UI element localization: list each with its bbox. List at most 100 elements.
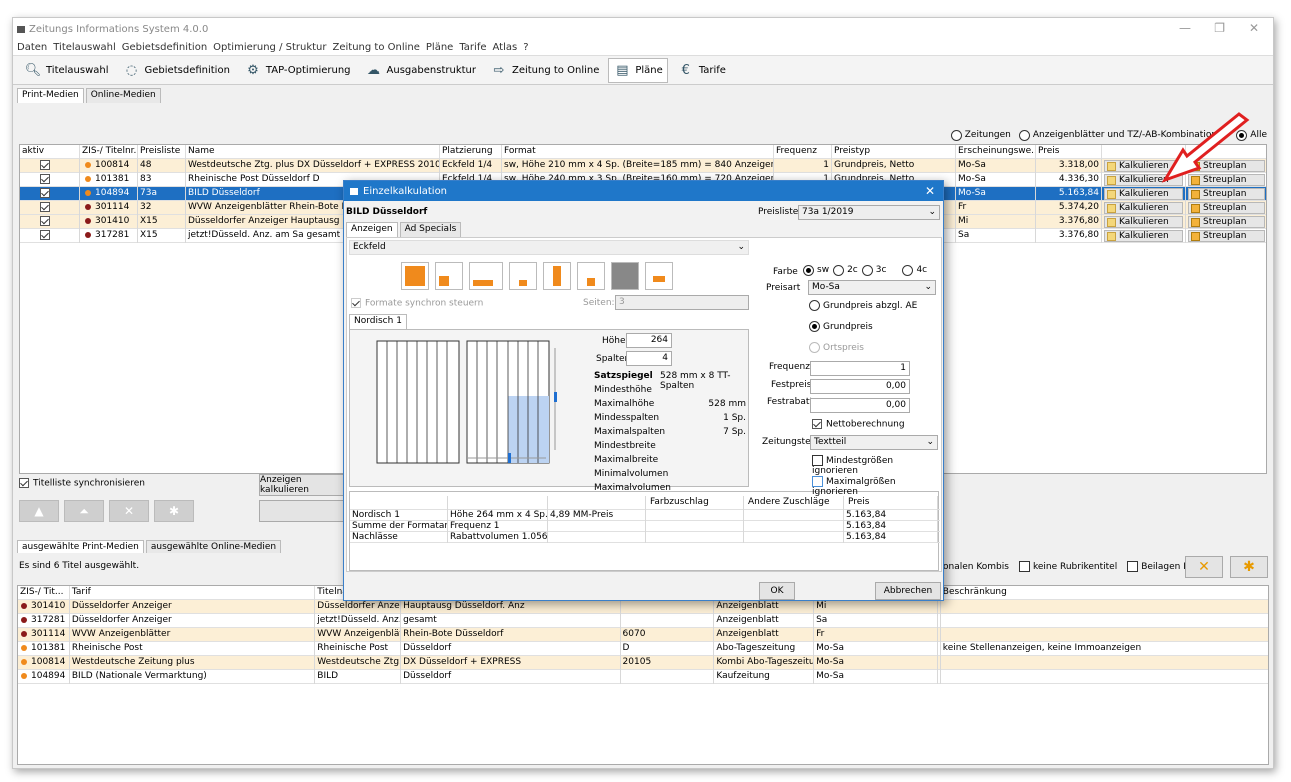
toolbar-zeitung-to-online[interactable]: ⇨ Zeitung to Online — [485, 58, 604, 83]
empty-button[interactable] — [259, 500, 349, 522]
col-aktiv[interactable]: aktiv — [20, 145, 80, 159]
table-row[interactable]: 100814 48 Westdeutsche Ztg. plus DX Düssel… — [20, 159, 1266, 173]
menu-gebietsdefinition[interactable]: Gebietsdefinition — [122, 42, 207, 53]
seiten-select[interactable]: 3 — [615, 295, 749, 310]
col-nr[interactable]: ZIS-/ Tit... — [18, 586, 70, 600]
format-option-icon[interactable] — [401, 262, 429, 290]
kalkulieren-button[interactable]: Kalkulieren — [1104, 230, 1183, 242]
max-ignore-option[interactable]: Maximalgrößen ignorieren — [812, 476, 941, 497]
menu-help[interactable]: ? — [523, 42, 528, 53]
format-option-icon[interactable] — [577, 262, 605, 290]
placement-select[interactable]: Eckfeld ⌄ — [349, 240, 749, 255]
sync-formats-checkbox[interactable] — [351, 298, 361, 308]
ok-button[interactable]: OK — [759, 582, 795, 600]
aktiv-checkbox[interactable] — [40, 173, 50, 184]
min-ignore-checkbox[interactable] — [812, 455, 823, 466]
abbrechen-button[interactable]: Abbrechen — [875, 582, 941, 600]
horizontal-slider[interactable] — [466, 452, 556, 464]
format-option-icon[interactable] — [435, 262, 463, 290]
table-row[interactable]: 301410 Düsseldorfer Anzeiger Düsseldorfer … — [18, 600, 1268, 614]
menu-daten[interactable]: Daten — [17, 42, 47, 53]
opt-grundpreis[interactable]: Grundpreis — [809, 321, 873, 332]
radio-ortspreis[interactable] — [809, 342, 820, 353]
netto-checkbox[interactable] — [812, 419, 822, 429]
preisart-select[interactable]: Mo-Sa ⌄ — [808, 280, 936, 295]
table-row[interactable]: 104894 BILD (Nationale Vermarktung) BILD Dü… — [18, 670, 1268, 684]
table-row[interactable]: 101381 Rheinische Post Rheinische Post Düss… — [18, 642, 1268, 656]
beilagen-checkbox[interactable] — [1127, 561, 1139, 572]
format-option-icon[interactable] — [469, 262, 503, 290]
radio-farbe-3c[interactable] — [861, 265, 873, 276]
tab-ausgewaehlte-online[interactable]: ausgewählte Online-Medien — [145, 540, 282, 553]
sync-option[interactable]: Titelliste synchronisieren — [19, 478, 145, 489]
close-icon[interactable]: ✕ — [1249, 21, 1259, 35]
tab-online-medien[interactable]: Online-Medien — [85, 88, 161, 103]
spalten-input[interactable]: 4 — [626, 351, 672, 366]
minimize-icon[interactable]: — — [1179, 21, 1191, 35]
table-row[interactable]: 100814 Westdeutsche Zeitung plus Westdeuts… — [18, 656, 1268, 670]
streuplan-button[interactable]: Streuplan — [1188, 230, 1265, 242]
restore-icon[interactable]: ❐ — [1214, 21, 1225, 35]
clear-all-icon[interactable]: ✱ — [1230, 556, 1268, 578]
col-erscheinung[interactable]: Erscheinungswe... — [956, 145, 1036, 159]
format-option-icon[interactable] — [509, 262, 537, 290]
col-name[interactable]: Name — [186, 145, 440, 159]
format-option-icon[interactable] — [645, 262, 673, 290]
tab-ausgewaehlte-print[interactable]: ausgewählte Print-Medien — [17, 540, 144, 553]
kalkulieren-button[interactable]: Kalkulieren — [1104, 202, 1183, 214]
col-preisliste[interactable]: Preisliste — [138, 145, 186, 159]
netto-option[interactable]: Nettoberechnung — [812, 419, 905, 430]
sync-formats[interactable]: Formate synchron steuern — [351, 298, 483, 309]
radio-farbe-2c[interactable] — [833, 265, 845, 276]
aktiv-checkbox[interactable] — [40, 215, 50, 226]
toolbar-ausgabenstruktur[interactable]: ☁ Ausgabenstruktur — [360, 58, 481, 83]
close-icon[interactable]: ✕ — [925, 184, 935, 198]
col-tarif[interactable]: Tarif — [70, 586, 316, 600]
radio-grundpreis-ae[interactable] — [809, 300, 820, 311]
kalkulieren-button[interactable]: Kalkulieren — [1104, 216, 1183, 228]
col-nr[interactable]: ZIS-/ Titelnr. — [80, 145, 138, 159]
tab-anzeigen[interactable]: Anzeigen — [346, 222, 398, 237]
table-row[interactable]: 317281 Düsseldorfer Anzeiger jetzt!Düsseld… — [18, 614, 1268, 628]
toolbar-tarife[interactable]: € Tarife — [672, 58, 731, 83]
col-frequenz[interactable]: Frequenz — [774, 145, 832, 159]
col-preistyp[interactable]: Preistyp — [832, 145, 956, 159]
format-option-icon[interactable] — [611, 262, 639, 290]
opt-grundpreis-ae[interactable]: Grundpreis abzgl. AE — [809, 300, 917, 311]
aktiv-checkbox[interactable] — [40, 159, 50, 170]
max-ignore-checkbox[interactable] — [812, 476, 823, 487]
radio-zeitungen[interactable] — [950, 129, 962, 141]
format-option-icon[interactable] — [543, 262, 571, 290]
toolbar-tap-optimierung[interactable]: ⚙ TAP-Optimierung — [239, 58, 356, 83]
menu-plaene[interactable]: Pläne — [426, 42, 453, 53]
remove-icon[interactable]: ✕ — [109, 500, 149, 522]
min-ignore-option[interactable]: Mindestgrößen ignorieren — [812, 455, 941, 476]
col-beschraenkung[interactable]: Beschränkung — [941, 586, 1268, 600]
move-up-icon[interactable]: ▲ — [19, 500, 59, 522]
aktiv-checkbox[interactable] — [40, 187, 50, 198]
radio-farbe-sw[interactable] — [803, 265, 814, 276]
tab-nordisch-1[interactable]: Nordisch 1 — [349, 314, 407, 329]
anzeigen-kalkulieren-button[interactable]: Anzeigen kalkulieren — [259, 474, 349, 496]
frequenz-input[interactable]: 1 — [810, 361, 910, 376]
festrabatt-input[interactable]: 0,00 — [810, 398, 910, 413]
sync-checkbox[interactable] — [19, 478, 29, 488]
hoehe-input[interactable]: 264 — [626, 333, 672, 348]
radio-grundpreis[interactable] — [809, 321, 820, 332]
aktiv-checkbox[interactable] — [40, 201, 50, 212]
toolbar-titelauswahl[interactable]: 🔍︎ Titelauswahl — [19, 58, 114, 83]
clear-icon[interactable]: ✕ — [1185, 556, 1223, 578]
col-preis[interactable]: Preis — [1036, 145, 1102, 159]
col-platzierung[interactable]: Platzierung — [440, 145, 502, 159]
festpreis-input[interactable]: 0,00 — [810, 379, 910, 394]
toolbar-gebietsdefinition[interactable]: ◌ Gebietsdefinition — [118, 58, 235, 83]
tab-ad-specials[interactable]: Ad Specials — [399, 222, 462, 237]
move-top-icon[interactable]: ⏶ — [64, 500, 104, 522]
menu-zeitung-to-online[interactable]: Zeitung to Online — [333, 42, 420, 53]
menu-titelauswahl[interactable]: Titelauswahl — [53, 42, 116, 53]
zeitungsteil-select[interactable]: Textteil ⌄ — [810, 435, 938, 450]
radio-farbe-4c[interactable] — [902, 265, 914, 276]
tab-print-medien[interactable]: Print-Medien — [17, 88, 84, 103]
aktiv-checkbox[interactable] — [40, 229, 50, 240]
opt-ortspreis[interactable]: Ortspreis — [809, 342, 864, 353]
